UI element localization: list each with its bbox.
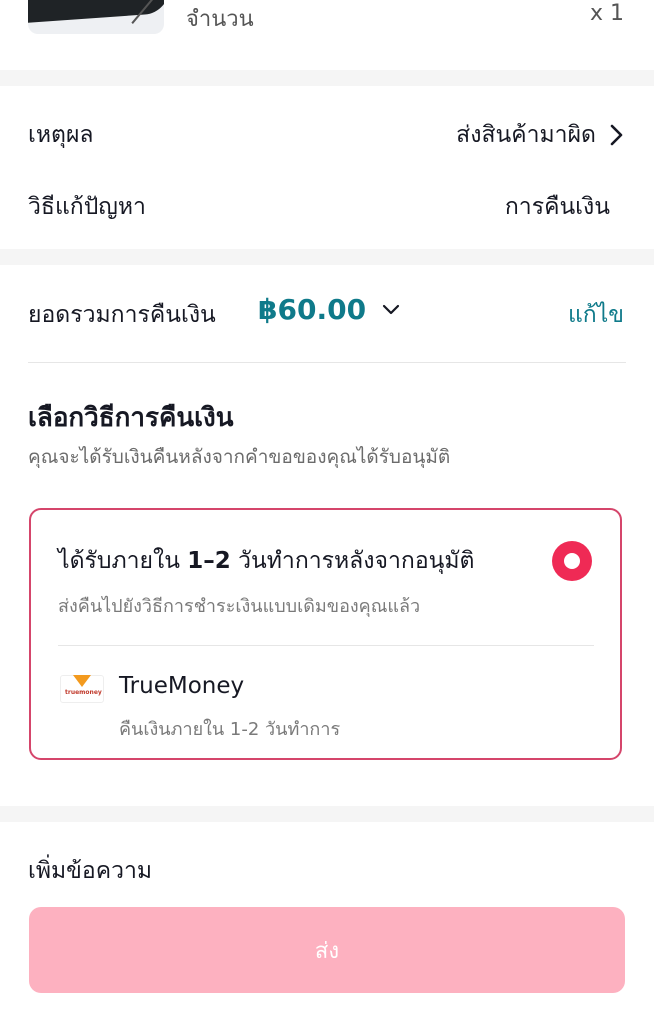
submit-button[interactable]: ส่ง [29,907,625,993]
divider [28,362,626,363]
refund-total-label: ยอดรวมการคืนเงิน [28,302,216,328]
chevron-down-icon [382,304,400,316]
section-divider [0,70,654,86]
reason-label: เหตุผล [28,122,94,148]
refund-total-toggle[interactable]: ฿60.00 [258,293,400,326]
chevron-right-icon [610,124,624,146]
refund-total-amount: ฿60.00 [258,293,367,326]
reason-value: ส่งสินค้ามาผิด [456,122,596,148]
resolution-label: วิธีแก้ปัญหา [28,194,146,220]
section-divider [0,249,654,265]
reason-selector[interactable]: ส่งสินค้ามาผิด [456,117,624,153]
refund-option-title: ได้รับภายใน 1–2 วันทำการหลังจากอนุมัติ [58,548,475,574]
resolution-value: การคืนเงิน [504,194,610,220]
truemoney-logo-icon: truemoney [60,675,104,703]
wallet-note: คืนเงินภายใน 1-2 วันทำการ [119,719,341,740]
quantity-value: x 1 [589,1,624,26]
refund-option-subtitle: ส่งคืนไปยังวิธีการชำระเงินแบบเดิมของคุณแ… [58,596,421,617]
product-thumbnail [28,0,164,34]
refund-method-title: เลือกวิธีการคืนเงิน [28,403,234,433]
section-divider [0,806,654,822]
divider [58,645,594,646]
quantity-label: จำนวน [186,7,254,32]
edit-refund-link[interactable]: แก้ไข [568,297,624,333]
wallet-name: TrueMoney [119,673,245,699]
add-message-label[interactable]: เพิ่มข้อความ [28,853,152,889]
refund-method-subtitle: คุณจะได้รับเงินคืนหลังจากคำขอของคุณได้รั… [28,446,451,468]
refund-option-radio[interactable] [552,541,592,581]
